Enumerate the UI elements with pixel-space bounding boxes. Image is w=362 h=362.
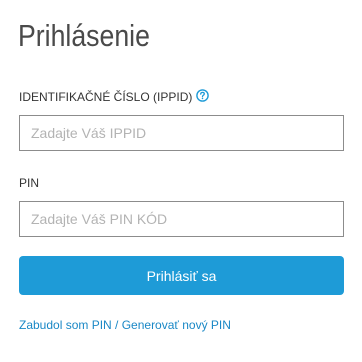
forgot-pin-link[interactable]: Zabudol som PIN / Generovať nový PIN [19, 318, 231, 332]
ippid-label: IDENTIFIKAČNÉ ČÍSLO (IPPID) [19, 90, 193, 104]
ippid-input[interactable] [19, 115, 344, 151]
pin-input[interactable] [19, 201, 344, 237]
question-circle-icon[interactable] [196, 88, 210, 102]
page-title: Prihlásenie [18, 18, 150, 53]
pin-label: PIN [19, 176, 40, 190]
ippid-label-row: IDENTIFIKAČNÉ ČÍSLO (IPPID) [19, 88, 210, 104]
login-button[interactable]: Prihlásiť sa [19, 256, 344, 295]
